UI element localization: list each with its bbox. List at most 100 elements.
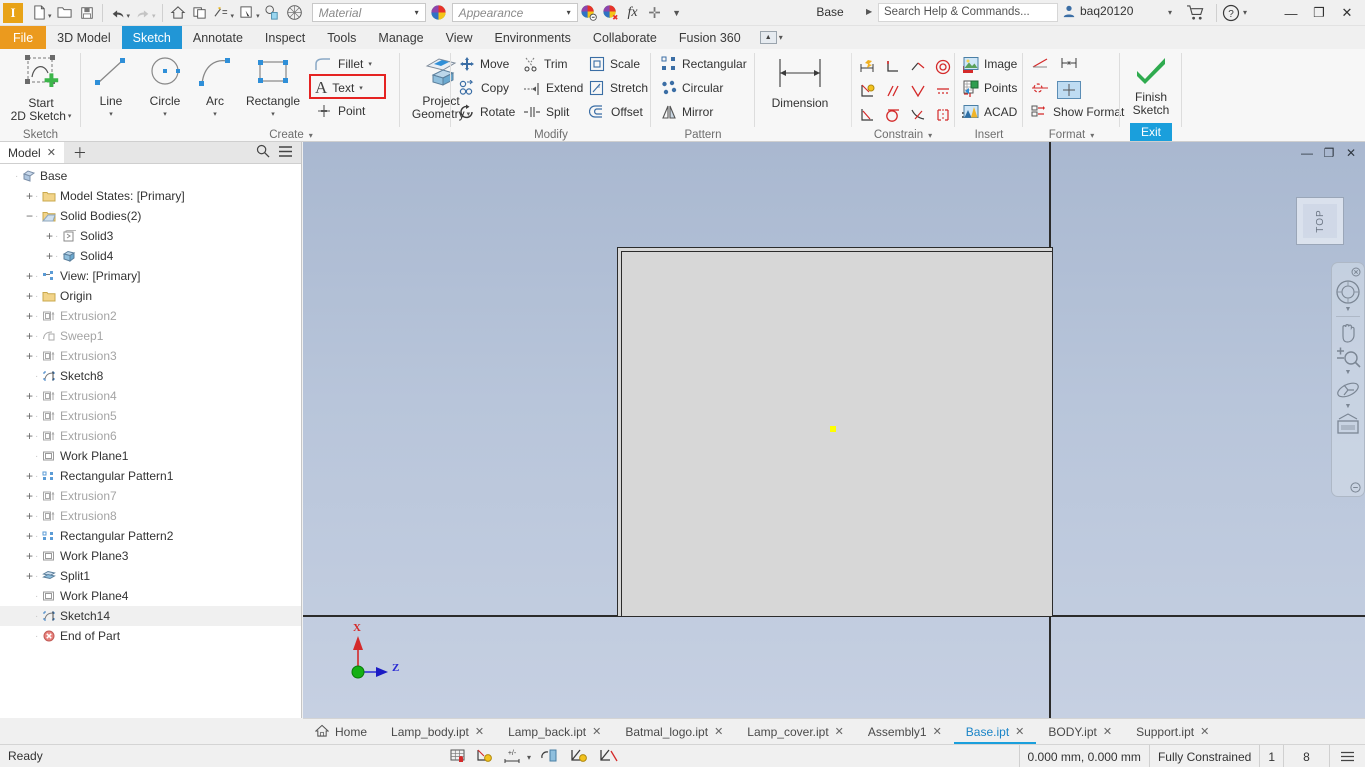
tree-item-extrusion8[interactable]: + · Extrusion8 xyxy=(0,506,301,526)
ribbon-tab-collaborate[interactable]: Collaborate xyxy=(582,26,668,49)
user-caret[interactable]: ▾ xyxy=(1168,8,1172,17)
circle-caret[interactable]: ▾ xyxy=(163,108,167,121)
line-button[interactable]: Line ▾ xyxy=(85,55,137,121)
document-tab-body-ipt[interactable]: BODY.ipt ✕ xyxy=(1036,719,1124,744)
dimension-input-icon[interactable]: +/- xyxy=(503,748,523,767)
tree-item-model-states-primary[interactable]: + · Model States: [Primary] xyxy=(0,186,301,206)
full-navigation-wheel-icon[interactable] xyxy=(1335,279,1361,305)
browser-add-tab-icon[interactable]: ＋ xyxy=(64,142,96,163)
zoom-dropdown-caret[interactable]: ▼ xyxy=(1345,369,1352,376)
ribbon-tab-fusion360[interactable]: Fusion 360 xyxy=(668,26,752,49)
fillet-button[interactable]: Fillet ▾ xyxy=(313,56,372,72)
mirror-button[interactable]: Mirror xyxy=(661,104,713,120)
point-button[interactable]: Point xyxy=(315,103,365,119)
copy-button[interactable]: Copy xyxy=(459,80,509,96)
appearance-dropdown[interactable]: Appearance ▾ xyxy=(451,3,578,22)
search-icon[interactable] xyxy=(256,144,270,161)
dimension-auto-icon[interactable] xyxy=(859,59,877,78)
update-icon[interactable] xyxy=(211,2,233,24)
document-tab-lamp-cover-ipt[interactable]: Lamp_cover.ipt ✕ xyxy=(735,719,856,744)
tree-expand-icon[interactable]: + xyxy=(24,389,35,403)
viewport-restore-button[interactable]: ❐ xyxy=(1319,145,1339,161)
material-caret[interactable]: ▾ xyxy=(411,8,423,17)
tree-item-solid4[interactable]: + · Solid4 xyxy=(0,246,301,266)
arc-caret[interactable]: ▾ xyxy=(213,108,217,121)
tangent-constraint-icon[interactable] xyxy=(884,107,902,126)
ribbon-tab-view[interactable]: View xyxy=(435,26,484,49)
extend-button[interactable]: Extend xyxy=(523,80,583,96)
panel-format-caret[interactable]: ▾ xyxy=(1090,131,1094,140)
panel-constrain-caret[interactable]: ▾ xyxy=(928,131,932,140)
document-tab-support-ipt[interactable]: Support.ipt ✕ xyxy=(1124,719,1221,744)
show-constraints-grid-icon[interactable] xyxy=(859,107,877,126)
tree-collapse-icon[interactable]: − xyxy=(24,209,35,223)
browser-tab-model[interactable]: Model ✕ xyxy=(0,142,64,163)
show-constraints-status-icon[interactable] xyxy=(569,748,589,767)
clear-appearance-icon[interactable] xyxy=(600,2,622,24)
qat-overflow-caret[interactable]: ▼ xyxy=(666,2,688,24)
symmetric-constraint-icon[interactable] xyxy=(934,107,952,126)
sketch-rectangle[interactable] xyxy=(617,247,1053,617)
zoom-magnifier-icon[interactable] xyxy=(1335,346,1361,368)
document-tab-lamp-body-ipt[interactable]: Lamp_body.ipt ✕ xyxy=(379,719,496,744)
undo-caret[interactable]: ▾ xyxy=(127,6,131,20)
tree-expand-icon[interactable]: + xyxy=(24,529,35,543)
ribbon-tab-sketch[interactable]: Sketch xyxy=(121,26,182,49)
image-button[interactable]: Image xyxy=(963,56,1017,71)
tree-item-work-plane4[interactable]: · Work Plane4 xyxy=(0,586,301,606)
rectangle-button[interactable]: Rectangle ▾ xyxy=(238,55,308,121)
material-dropdown[interactable]: Material ▾ xyxy=(311,3,426,22)
tree-item-sketch8[interactable]: · Sketch8 xyxy=(0,366,301,386)
ribbon-tab-tools[interactable]: Tools xyxy=(316,26,367,49)
sketch-center-point[interactable] xyxy=(830,426,836,432)
tree-item-sketch14[interactable]: · Sketch14 xyxy=(0,606,301,626)
view-cube[interactable]: TOP xyxy=(1296,197,1344,245)
tree-expand-icon[interactable]: + xyxy=(24,549,35,563)
rectangle-caret[interactable]: ▾ xyxy=(271,108,275,121)
circle-button[interactable]: Circle ▾ xyxy=(138,55,192,121)
acad-button[interactable]: ACAD xyxy=(963,104,1017,119)
viewport-minimize-button[interactable]: — xyxy=(1297,145,1317,161)
material-swatch-icon[interactable] xyxy=(428,2,450,24)
tree-expand-icon[interactable]: + xyxy=(24,429,35,443)
material-sphere-icon[interactable] xyxy=(284,2,306,24)
navbar-options-icon[interactable] xyxy=(1350,482,1364,496)
viewport-close-button[interactable]: ✕ xyxy=(1341,145,1361,161)
dimension-input-caret[interactable]: ▾ xyxy=(527,753,531,762)
ribbon-collapse-icon[interactable]: ▲ xyxy=(759,31,777,44)
ribbon-tab-environments[interactable]: Environments xyxy=(483,26,581,49)
start-2d-sketch-button[interactable]: Start 2D Sketch ▾ xyxy=(8,55,74,123)
tree-item-rectangular-pattern1[interactable]: + · Rectangular Pattern1 xyxy=(0,466,301,486)
help-caret[interactable]: ▾ xyxy=(1243,8,1247,17)
sketch-rectangle-inner-face[interactable] xyxy=(621,251,1053,617)
tree-expand-icon[interactable]: + xyxy=(24,269,35,283)
document-tab-close-icon[interactable]: ✕ xyxy=(1200,725,1209,738)
panel-create-caret[interactable]: ▾ xyxy=(309,131,313,140)
orbit-dropdown-caret[interactable]: ▼ xyxy=(1345,403,1352,410)
restore-button[interactable]: ❐ xyxy=(1305,4,1333,22)
ribbon-tab-file[interactable]: File xyxy=(0,26,47,49)
concentric-constraint-icon[interactable] xyxy=(934,59,952,78)
ribbon-tab-3d-model[interactable]: 3D Model xyxy=(46,26,122,49)
ribbon-tab-inspect[interactable]: Inspect xyxy=(254,26,316,49)
center-point-icon[interactable] xyxy=(1057,80,1081,99)
move-button[interactable]: Move xyxy=(459,56,509,72)
document-tab-base-ipt[interactable]: Base.ipt ✕ xyxy=(953,719,1037,744)
tree-item-split1[interactable]: + · Split1 xyxy=(0,566,301,586)
save-icon[interactable] xyxy=(76,2,98,24)
coincident-constraint-icon[interactable] xyxy=(884,59,902,78)
tree-item-end-of-part[interactable]: · End of Part xyxy=(0,626,301,646)
document-tab-batmal-logo-ipt[interactable]: Batmal_logo.ipt ✕ xyxy=(613,719,735,744)
tree-item-extrusion3[interactable]: + · Extrusion3 xyxy=(0,346,301,366)
tree-expand-icon[interactable]: + xyxy=(24,349,35,363)
select-icon[interactable] xyxy=(236,2,258,24)
constraint-inference-icon[interactable] xyxy=(476,748,494,767)
document-tab-close-icon[interactable]: ✕ xyxy=(933,725,942,738)
collinear-constraint-icon[interactable] xyxy=(909,59,927,78)
open-document-icon[interactable] xyxy=(54,2,76,24)
dimension-button[interactable]: Dimension xyxy=(761,55,839,110)
tree-item-view-primary[interactable]: + · View: [Primary] xyxy=(0,266,301,286)
points-button[interactable]: Points xyxy=(963,80,1017,95)
trim-button[interactable]: Trim xyxy=(523,56,568,72)
look-at-icon[interactable] xyxy=(1335,412,1361,436)
